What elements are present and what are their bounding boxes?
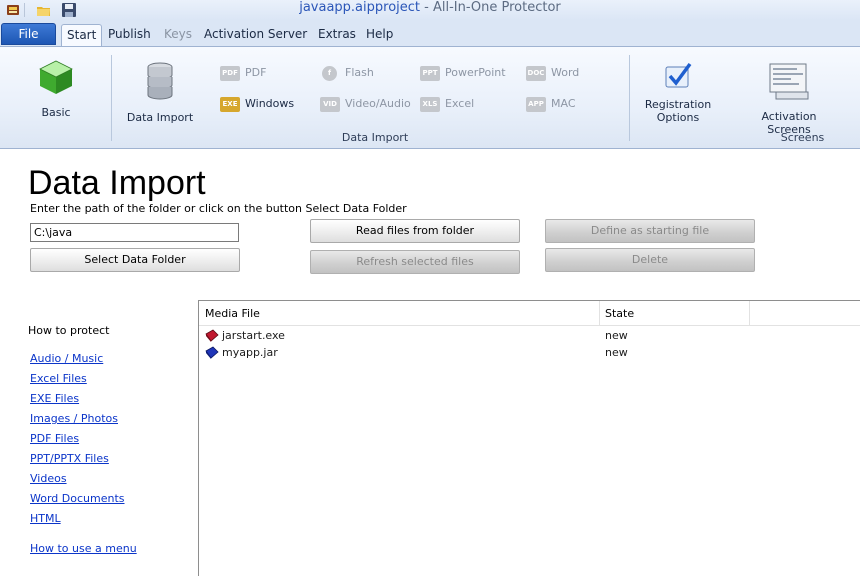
tab-publish[interactable]: Publish bbox=[103, 24, 156, 46]
options-label: Options bbox=[656, 111, 700, 124]
exe-file-icon bbox=[205, 329, 219, 342]
import-flash-button: f Flash bbox=[320, 64, 374, 82]
page-title: Data Import bbox=[28, 164, 206, 202]
database-icon bbox=[147, 62, 173, 100]
help-link-videos[interactable]: Videos bbox=[30, 472, 67, 485]
activation-screens-button[interactable]: Activation Screens bbox=[738, 61, 840, 136]
ppt-icon: PPT bbox=[420, 65, 440, 81]
how-to-protect-heading: How to protect bbox=[28, 324, 110, 337]
tab-activation-server[interactable]: Activation Server bbox=[199, 24, 312, 46]
tab-keys: Keys bbox=[164, 27, 193, 41]
xls-icon: XLS bbox=[420, 96, 440, 112]
tab-extras[interactable]: Extras bbox=[313, 24, 361, 46]
refresh-selected-files-button: Refresh selected files bbox=[310, 250, 520, 274]
help-link-html[interactable]: HTML bbox=[30, 512, 61, 525]
table-row[interactable]: myapp.jar new bbox=[199, 344, 860, 361]
select-data-folder-button[interactable]: Select Data Folder bbox=[30, 248, 240, 272]
help-link-excel-files[interactable]: Excel Files bbox=[30, 372, 87, 385]
basic-button[interactable]: Basic bbox=[24, 57, 88, 119]
import-excel-button: XLS Excel bbox=[420, 95, 474, 113]
import-powerpoint-button: PPT PowerPoint bbox=[420, 64, 506, 82]
ribbon-separator bbox=[629, 55, 630, 141]
tab-help[interactable]: Help bbox=[361, 24, 398, 46]
flash-icon: f bbox=[322, 65, 337, 81]
screens-group-label: Screens bbox=[780, 131, 825, 144]
data-import-label: Data Import bbox=[126, 111, 194, 124]
file-name: jarstart.exe bbox=[222, 329, 285, 342]
registration-options-button[interactable]: Registration Options bbox=[642, 61, 714, 124]
define-starting-file-button: Define as starting file bbox=[545, 219, 755, 243]
import-word-button: DOC Word bbox=[526, 65, 580, 81]
list-header: Media File State bbox=[199, 301, 860, 326]
app-icon: APP bbox=[526, 96, 546, 112]
help-link-menu[interactable]: How to use a menu bbox=[30, 542, 137, 555]
help-link-exe-files[interactable]: EXE Files bbox=[30, 392, 79, 405]
help-link-images-photos[interactable]: Images / Photos bbox=[30, 412, 118, 425]
data-import-button[interactable]: Data Import bbox=[126, 61, 194, 124]
help-link-ppt-files[interactable]: PPT/PPTX Files bbox=[30, 452, 109, 465]
registration-label: Registration bbox=[644, 98, 712, 111]
file-tab[interactable]: File bbox=[1, 23, 56, 45]
instructions-text: Enter the path of the folder or click on… bbox=[30, 202, 407, 215]
column-divider[interactable] bbox=[749, 301, 750, 325]
import-mac-button: APP MAC bbox=[526, 95, 576, 113]
activation-screen-icon bbox=[769, 63, 809, 100]
ribbon-tab-row: File Start Publish Keys Activation Serve… bbox=[0, 20, 860, 46]
jar-file-icon bbox=[205, 346, 219, 359]
tab-start[interactable]: Start bbox=[61, 24, 103, 46]
project-name: javaapp.aipproject bbox=[299, 0, 421, 15]
exe-icon: EXE bbox=[220, 96, 240, 112]
help-link-pdf-files[interactable]: PDF Files bbox=[30, 432, 79, 445]
doc-icon: DOC bbox=[526, 65, 546, 81]
window-title: javaapp.aipproject - All-In-One Protecto… bbox=[0, 0, 860, 18]
pdf-icon: PDF bbox=[220, 65, 240, 81]
basic-cube-icon bbox=[39, 60, 73, 94]
column-header-state[interactable]: State bbox=[599, 301, 749, 325]
delete-button: Delete bbox=[545, 248, 755, 272]
file-name: myapp.jar bbox=[222, 346, 278, 359]
ribbon-panel: Basic Data Import PDF PDF EXE Windows f Fla… bbox=[0, 46, 860, 149]
file-state: new bbox=[605, 346, 628, 359]
file-state: new bbox=[605, 329, 628, 342]
read-files-button[interactable]: Read files from folder bbox=[310, 219, 520, 243]
title-bar: javaapp.aipproject - All-In-One Protecto… bbox=[0, 0, 860, 38]
app-name: - All-In-One Protector bbox=[420, 0, 561, 15]
import-video-audio-button: VID Video/Audio bbox=[320, 95, 411, 113]
help-link-word-documents[interactable]: Word Documents bbox=[30, 492, 125, 505]
video-icon: VID bbox=[320, 96, 340, 112]
basic-label: Basic bbox=[41, 106, 71, 119]
data-import-group-label: Data Import bbox=[341, 131, 409, 144]
import-windows-button[interactable]: EXE Windows bbox=[220, 95, 294, 113]
column-header-media-file[interactable]: Media File bbox=[199, 301, 599, 325]
media-file-list[interactable]: Media File State jarstart.exe new myapp.… bbox=[198, 300, 860, 576]
ribbon-separator bbox=[111, 55, 112, 141]
folder-path-input[interactable] bbox=[30, 223, 239, 242]
help-link-audio-music[interactable]: Audio / Music bbox=[30, 352, 103, 365]
table-row[interactable]: jarstart.exe new bbox=[199, 327, 860, 344]
import-pdf-button: PDF PDF bbox=[220, 64, 266, 82]
checkmark-icon bbox=[665, 62, 692, 88]
